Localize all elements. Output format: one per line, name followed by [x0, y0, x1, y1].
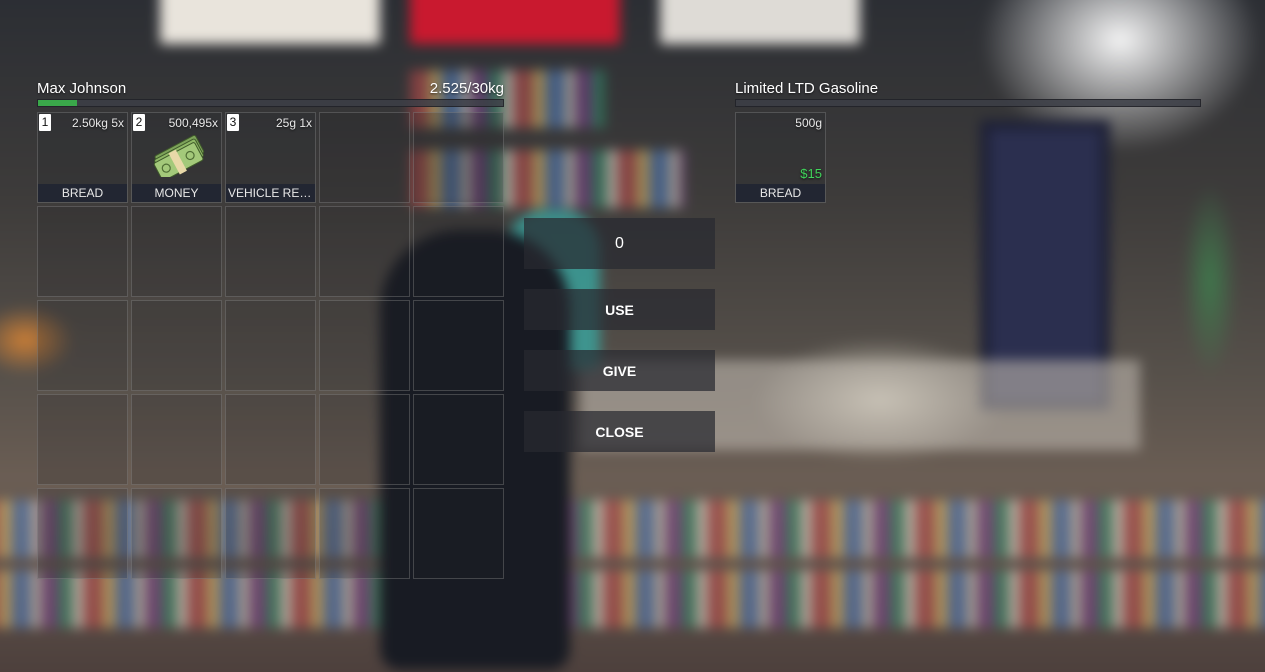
inventory-slot-8[interactable] — [225, 206, 316, 297]
inventory-slot-16[interactable] — [37, 394, 128, 485]
inventory-slot-7[interactable] — [131, 206, 222, 297]
shop-slot-1[interactable]: 500g $15 BREAD — [735, 112, 826, 203]
money-icon — [153, 134, 205, 177]
slot-price: $15 — [800, 166, 822, 181]
inventory-slot-12[interactable] — [131, 300, 222, 391]
inventory-slot-13[interactable] — [225, 300, 316, 391]
slot-label: VEHICLE REN... — [226, 184, 315, 202]
player-name: Max Johnson — [37, 80, 127, 97]
slot-label: MONEY — [132, 184, 221, 202]
slot-label: BREAD — [38, 184, 127, 202]
slot-number: 2 — [133, 114, 145, 131]
inventory-slot-11[interactable] — [37, 300, 128, 391]
slot-number: 1 — [39, 114, 51, 131]
inventory-slot-15[interactable] — [413, 300, 504, 391]
use-button[interactable]: USE — [524, 289, 715, 330]
inventory-slot-4[interactable] — [319, 112, 410, 203]
slot-info: 500g — [795, 116, 822, 130]
inventory-slot-1[interactable]: 1 2.50kg 5x BREAD — [37, 112, 128, 203]
amount-input[interactable] — [524, 218, 715, 269]
slot-info: 25g 1x — [275, 116, 312, 130]
inventory-slot-24[interactable] — [319, 488, 410, 579]
slot-info: 500,495x — [168, 116, 218, 130]
slot-info: 2.50kg 5x — [71, 116, 124, 130]
inventory-slot-19[interactable] — [319, 394, 410, 485]
inventory-slot-22[interactable] — [131, 488, 222, 579]
inventory-slot-20[interactable] — [413, 394, 504, 485]
shop-name: Limited LTD Gasoline — [735, 80, 879, 97]
inventory-slot-5[interactable] — [413, 112, 504, 203]
inventory-slot-23[interactable] — [225, 488, 316, 579]
shop-weight-bar — [735, 99, 1201, 107]
inventory-slot-25[interactable] — [413, 488, 504, 579]
inventory-slot-2[interactable]: 2 500,495x MONEY — [131, 112, 222, 203]
inventory-slot-10[interactable] — [413, 206, 504, 297]
shop-inventory-grid: 500g $15 BREAD — [735, 112, 826, 203]
inventory-slot-6[interactable] — [37, 206, 128, 297]
player-weight-bar — [37, 99, 504, 107]
slot-number: 3 — [227, 114, 239, 131]
close-button[interactable]: CLOSE — [524, 411, 715, 452]
inventory-slot-21[interactable] — [37, 488, 128, 579]
inventory-slot-3[interactable]: 3 25g 1x VEHICLE REN... — [225, 112, 316, 203]
player-inventory-grid: 1 2.50kg 5x BREAD 2 500,495x MONEY 3 25g… — [37, 112, 504, 579]
player-weight-bar-fill — [38, 100, 78, 106]
player-weight: 2.525/30kg — [429, 80, 504, 97]
give-button[interactable]: GIVE — [524, 350, 715, 391]
inventory-slot-9[interactable] — [319, 206, 410, 297]
slot-label: BREAD — [736, 184, 825, 202]
inventory-slot-17[interactable] — [131, 394, 222, 485]
inventory-slot-14[interactable] — [319, 300, 410, 391]
inventory-slot-18[interactable] — [225, 394, 316, 485]
